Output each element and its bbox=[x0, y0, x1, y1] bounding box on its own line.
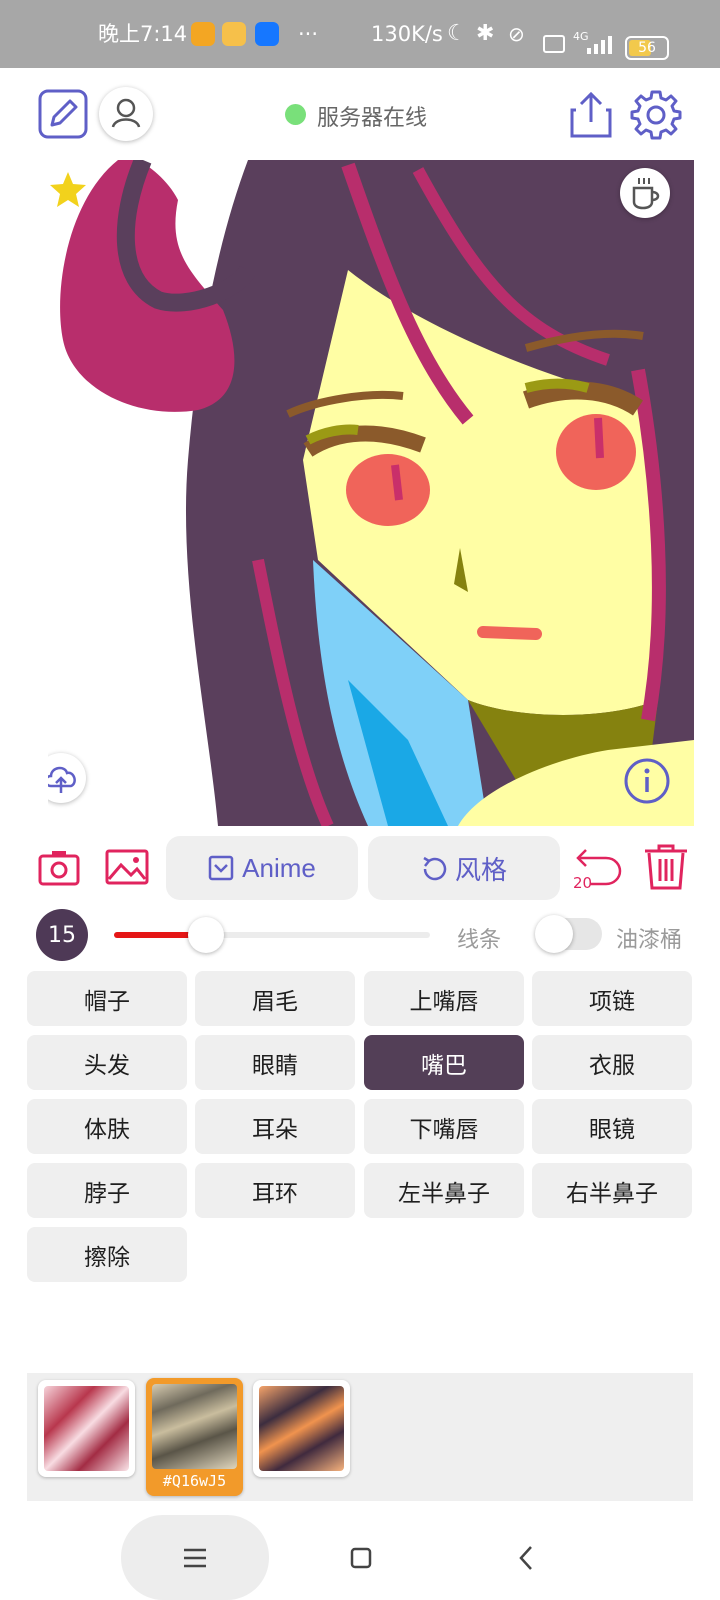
hd-icon bbox=[543, 35, 565, 53]
part-button[interactable]: 右半鼻子 bbox=[532, 1163, 692, 1218]
mute-icon: ⊘ bbox=[508, 22, 525, 46]
part-button[interactable]: 眼镜 bbox=[532, 1099, 692, 1154]
battery-icon: 56 bbox=[625, 36, 669, 60]
delete-button[interactable] bbox=[643, 843, 689, 895]
home-square-icon[interactable] bbox=[350, 1547, 372, 1569]
server-status-text: 服务器在线 bbox=[317, 106, 428, 131]
part-button[interactable]: 头发 bbox=[27, 1035, 187, 1090]
part-button[interactable]: 嘴巴 bbox=[364, 1035, 524, 1090]
favorite-star-icon[interactable] bbox=[48, 170, 88, 210]
alipay-icon bbox=[255, 22, 279, 46]
status-overflow: ··· bbox=[298, 22, 319, 46]
toggle-thumb bbox=[535, 915, 573, 953]
part-button[interactable]: 下嘴唇 bbox=[364, 1099, 524, 1154]
draw-mode-button[interactable] bbox=[38, 89, 88, 139]
settings-button[interactable] bbox=[630, 88, 682, 140]
part-button[interactable]: 衣服 bbox=[532, 1035, 692, 1090]
brush-size-indicator: 15 bbox=[36, 909, 88, 961]
cloud-upload-icon bbox=[48, 766, 76, 793]
undo-button[interactable]: 20 bbox=[572, 844, 622, 892]
refresh-icon bbox=[423, 856, 447, 881]
thumbnail-image bbox=[152, 1384, 237, 1469]
thumbnail-image bbox=[44, 1386, 129, 1471]
signal-icon bbox=[587, 36, 612, 54]
undo-count: 20 bbox=[573, 874, 593, 892]
edit-icon bbox=[38, 89, 88, 139]
coffee-cup-icon bbox=[632, 178, 660, 210]
menu-nav-button[interactable] bbox=[121, 1515, 269, 1600]
paint-bucket-toggle[interactable] bbox=[535, 915, 602, 953]
part-button[interactable]: 眼睛 bbox=[195, 1035, 355, 1090]
gallery-thumbnail[interactable] bbox=[38, 1380, 135, 1477]
battery-level: 56 bbox=[638, 40, 656, 56]
brush-size-value: 15 bbox=[48, 922, 76, 948]
gallery-button[interactable] bbox=[105, 849, 149, 889]
bluetooth-icon: ✱ bbox=[476, 21, 495, 46]
part-button[interactable]: 左半鼻子 bbox=[364, 1163, 524, 1218]
trash-icon bbox=[645, 844, 687, 890]
line-mode-label: 线条 bbox=[457, 928, 502, 953]
upload-button[interactable] bbox=[48, 753, 86, 803]
thumbnail-image bbox=[259, 1386, 344, 1471]
camera-button[interactable] bbox=[38, 848, 80, 892]
menu-icon bbox=[184, 1548, 206, 1568]
style-button[interactable]: 风格 bbox=[368, 836, 560, 900]
brush-size-slider[interactable] bbox=[114, 917, 430, 953]
profile-button[interactable] bbox=[99, 87, 153, 141]
back-chevron-icon[interactable] bbox=[518, 1545, 534, 1571]
notification-app-icon bbox=[191, 22, 215, 46]
anime-button[interactable]: Anime bbox=[166, 836, 358, 900]
anime-sketch bbox=[48, 160, 694, 826]
drawing-canvas[interactable] bbox=[48, 160, 694, 826]
result-gallery: #Q16wJ5 bbox=[27, 1373, 693, 1501]
paint-bucket-label: 油漆桶 bbox=[616, 928, 683, 953]
weibo-icon bbox=[222, 22, 246, 46]
part-button[interactable]: 耳环 bbox=[195, 1163, 355, 1218]
gallery-thumbnail-selected[interactable]: #Q16wJ5 bbox=[146, 1378, 243, 1496]
moon-icon: ☾ bbox=[447, 21, 467, 46]
part-button[interactable]: 上嘴唇 bbox=[364, 971, 524, 1026]
thumbnail-code: #Q16wJ5 bbox=[162, 1472, 227, 1490]
image-icon bbox=[105, 849, 149, 885]
server-status-dot bbox=[285, 104, 306, 125]
status-time: 晚上7:14 bbox=[98, 22, 188, 46]
user-icon bbox=[111, 98, 141, 128]
style-label: 风格 bbox=[454, 855, 507, 886]
camera-icon bbox=[38, 851, 80, 886]
slider-thumb[interactable] bbox=[188, 917, 224, 953]
coffee-button[interactable] bbox=[620, 168, 670, 218]
anime-label: Anime bbox=[242, 852, 316, 883]
gallery-thumbnail[interactable] bbox=[253, 1380, 350, 1477]
part-button[interactable]: 眉毛 bbox=[195, 971, 355, 1026]
checkbox-icon bbox=[208, 855, 234, 881]
part-button[interactable]: 耳朵 bbox=[195, 1099, 355, 1154]
network-speed: 130K/s bbox=[371, 22, 443, 46]
share-icon bbox=[570, 91, 612, 138]
part-button[interactable]: 体肤 bbox=[27, 1099, 187, 1154]
gear-icon bbox=[630, 90, 682, 140]
share-button[interactable] bbox=[568, 90, 614, 140]
part-button[interactable]: 帽子 bbox=[27, 971, 187, 1026]
part-button[interactable]: 脖子 bbox=[27, 1163, 187, 1218]
info-icon[interactable] bbox=[622, 756, 672, 806]
part-button[interactable]: 项链 bbox=[532, 971, 692, 1026]
status-bar: 晚上7:14 ··· 130K/s ☾ ✱ ⊘ 4G 56 bbox=[0, 0, 720, 68]
part-button[interactable]: 擦除 bbox=[27, 1227, 187, 1282]
